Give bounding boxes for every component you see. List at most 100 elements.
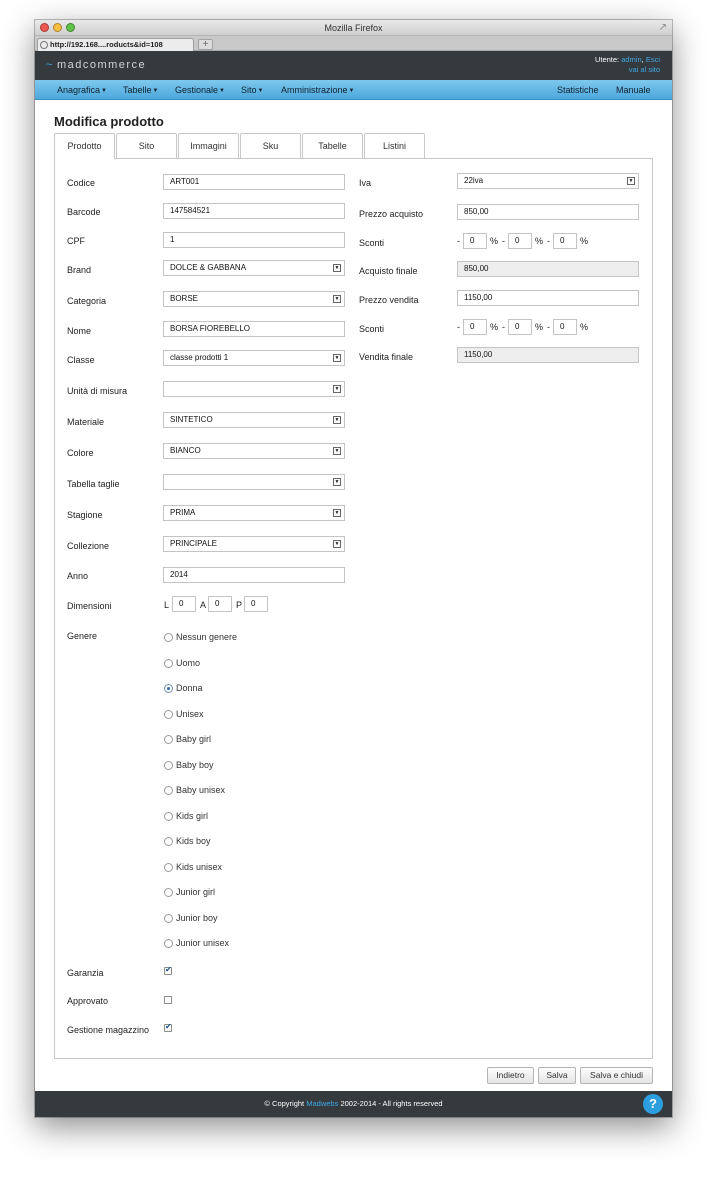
categoria-select[interactable]: BORSE ▼ bbox=[163, 291, 345, 307]
genere-option-label[interactable]: Junior unisex bbox=[176, 938, 229, 948]
dimensioni-label: Dimensioni bbox=[67, 601, 112, 611]
browser-tabstrip: http://192.168....roducts&id=108 + bbox=[35, 36, 672, 51]
percent-label: % bbox=[580, 322, 589, 332]
classe-select[interactable]: classe prodotti 1 ▼ bbox=[163, 350, 345, 366]
tab-sito[interactable]: Sito bbox=[116, 133, 177, 158]
genere-option-label[interactable]: Nessun genere bbox=[176, 632, 237, 642]
user-prefix: Utente: bbox=[594, 55, 620, 64]
classe-select-value: classe prodotti 1 bbox=[170, 353, 229, 362]
nav-sito[interactable]: Sito▼ bbox=[241, 85, 263, 95]
madwebs-link[interactable]: Madwebs bbox=[306, 1099, 338, 1108]
genere-radio[interactable] bbox=[164, 862, 173, 872]
dash-separator: - bbox=[547, 236, 550, 246]
user-name-link[interactable]: admin bbox=[621, 55, 641, 64]
approvato-checkbox[interactable] bbox=[164, 996, 172, 1004]
genere-radio[interactable] bbox=[164, 709, 173, 719]
dim-p-input[interactable]: 0 bbox=[244, 596, 268, 612]
genere-option-label[interactable]: Junior boy bbox=[176, 913, 218, 923]
nav-amministrazione[interactable]: Amministrazione▼ bbox=[281, 85, 354, 95]
chevron-down-icon: ▼ bbox=[333, 447, 341, 455]
sconto-acquisto-3-input[interactable]: 0 bbox=[553, 233, 577, 249]
browser-tab[interactable]: http://192.168....roducts&id=108 bbox=[37, 38, 194, 51]
dash-separator: - bbox=[457, 322, 460, 332]
prezzo-vendita-label: Prezzo vendita bbox=[359, 295, 419, 305]
tab-immagini[interactable]: Immagini bbox=[178, 133, 239, 158]
fullscreen-icon[interactable]: ↗ bbox=[659, 22, 667, 33]
brand-select-value: DOLCE & GABBANA bbox=[170, 263, 247, 272]
sconto-vendita-2-input[interactable]: 0 bbox=[508, 319, 532, 335]
genere-option-label[interactable]: Kids boy bbox=[176, 836, 211, 846]
dim-l-input[interactable]: 0 bbox=[172, 596, 196, 612]
genere-radio[interactable] bbox=[164, 786, 173, 795]
sconto-vendita-3-input[interactable]: 0 bbox=[553, 319, 577, 335]
genere-label: Genere bbox=[67, 631, 98, 641]
codice-input[interactable]: ART001 bbox=[163, 174, 345, 190]
stagione-select[interactable]: PRIMA ▼ bbox=[163, 505, 345, 521]
materiale-select[interactable]: SINTETICO ▼ bbox=[163, 412, 345, 428]
logout-link[interactable]: Esci bbox=[646, 55, 660, 64]
nav-tabelle[interactable]: Tabelle▼ bbox=[123, 85, 158, 95]
collezione-select[interactable]: PRINCIPALE ▼ bbox=[163, 536, 345, 552]
site-link[interactable]: vai al sito bbox=[629, 65, 660, 74]
genere-option-label[interactable]: Kids girl bbox=[176, 811, 208, 821]
genere-radio[interactable] bbox=[164, 913, 173, 923]
genere-option-label[interactable]: Uomo bbox=[176, 658, 200, 668]
page-title: Modifica prodotto bbox=[54, 114, 164, 129]
prezzo-vendita-input[interactable]: 1150,00 bbox=[457, 290, 639, 306]
sconto-acquisto-2-input[interactable]: 0 bbox=[508, 233, 532, 249]
genere-radio[interactable] bbox=[164, 939, 173, 948]
genere-option-label[interactable]: Unisex bbox=[176, 709, 204, 719]
genere-radio[interactable] bbox=[164, 633, 173, 642]
colore-label: Colore bbox=[67, 448, 94, 458]
tab-tabelle[interactable]: Tabelle bbox=[302, 133, 363, 158]
tab-sku[interactable]: Sku bbox=[240, 133, 301, 158]
colore-select[interactable]: BIANCO ▼ bbox=[163, 443, 345, 459]
logo-wave-icon: ~ bbox=[46, 59, 54, 71]
barcode-input[interactable]: 147584521 bbox=[163, 203, 345, 219]
tabella-taglie-select[interactable]: ▼ bbox=[163, 474, 345, 490]
brand-select[interactable]: DOLCE & GABBANA ▼ bbox=[163, 260, 345, 276]
logo[interactable]: ~ madcommerce bbox=[46, 59, 146, 71]
unita-select[interactable]: ▼ bbox=[163, 381, 345, 397]
nav-manuale[interactable]: Manuale bbox=[616, 85, 651, 95]
genere-option-label[interactable]: Junior girl bbox=[176, 887, 215, 897]
genere-radio[interactable] bbox=[164, 684, 173, 693]
dim-a-input[interactable]: 0 bbox=[208, 596, 232, 612]
iva-select[interactable]: 22iva ▼ bbox=[457, 173, 639, 189]
nav-statistiche[interactable]: Statistiche bbox=[557, 85, 599, 95]
genere-radio[interactable] bbox=[164, 658, 173, 668]
prezzo-acquisto-input[interactable]: 850,00 bbox=[457, 204, 639, 220]
genere-radio[interactable] bbox=[164, 888, 173, 897]
nav-anagrafica[interactable]: Anagrafica▼ bbox=[57, 85, 107, 95]
tab-prodotto[interactable]: Prodotto bbox=[54, 133, 115, 159]
stagione-select-value: PRIMA bbox=[170, 508, 196, 517]
genere-radio[interactable] bbox=[164, 811, 173, 821]
anno-input[interactable]: 2014 bbox=[163, 567, 345, 583]
gestione-magazzino-checkbox[interactable] bbox=[164, 1022, 172, 1032]
garanzia-checkbox[interactable] bbox=[164, 965, 172, 975]
chevron-down-icon: ▼ bbox=[333, 540, 341, 548]
genere-option-label[interactable]: Kids unisex bbox=[176, 862, 222, 872]
genere-radio[interactable] bbox=[164, 735, 173, 744]
genere-option-label[interactable]: Baby boy bbox=[176, 760, 214, 770]
dim-a-label: A bbox=[200, 600, 207, 610]
footer: © Copyright Madwebs 2002-2014 - All righ… bbox=[35, 1091, 672, 1117]
sconti-acquisto-label: Sconti bbox=[359, 238, 385, 248]
sconto-acquisto-1-input[interactable]: 0 bbox=[463, 233, 487, 249]
genere-radio[interactable] bbox=[164, 837, 173, 846]
save-button[interactable]: Salva bbox=[538, 1067, 576, 1084]
save-close-button[interactable]: Salva e chiudi bbox=[580, 1067, 653, 1084]
brand-label: Brand bbox=[67, 265, 92, 275]
cpf-input[interactable]: 1 bbox=[163, 232, 345, 248]
nav-gestionale[interactable]: Gestionale▼ bbox=[175, 85, 225, 95]
nome-input[interactable]: BORSA FIOREBELLO bbox=[163, 321, 345, 337]
genere-option-label[interactable]: Baby unisex bbox=[176, 785, 225, 795]
back-button[interactable]: Indietro bbox=[487, 1067, 534, 1084]
tab-listini[interactable]: Listini bbox=[364, 133, 425, 158]
genere-radio[interactable] bbox=[164, 760, 173, 770]
sconto-vendita-1-input[interactable]: 0 bbox=[463, 319, 487, 335]
help-icon[interactable]: ? bbox=[643, 1094, 663, 1114]
genere-option-label[interactable]: Baby girl bbox=[176, 734, 211, 744]
new-tab-button[interactable]: + bbox=[198, 39, 213, 50]
genere-option-label[interactable]: Donna bbox=[176, 683, 203, 693]
